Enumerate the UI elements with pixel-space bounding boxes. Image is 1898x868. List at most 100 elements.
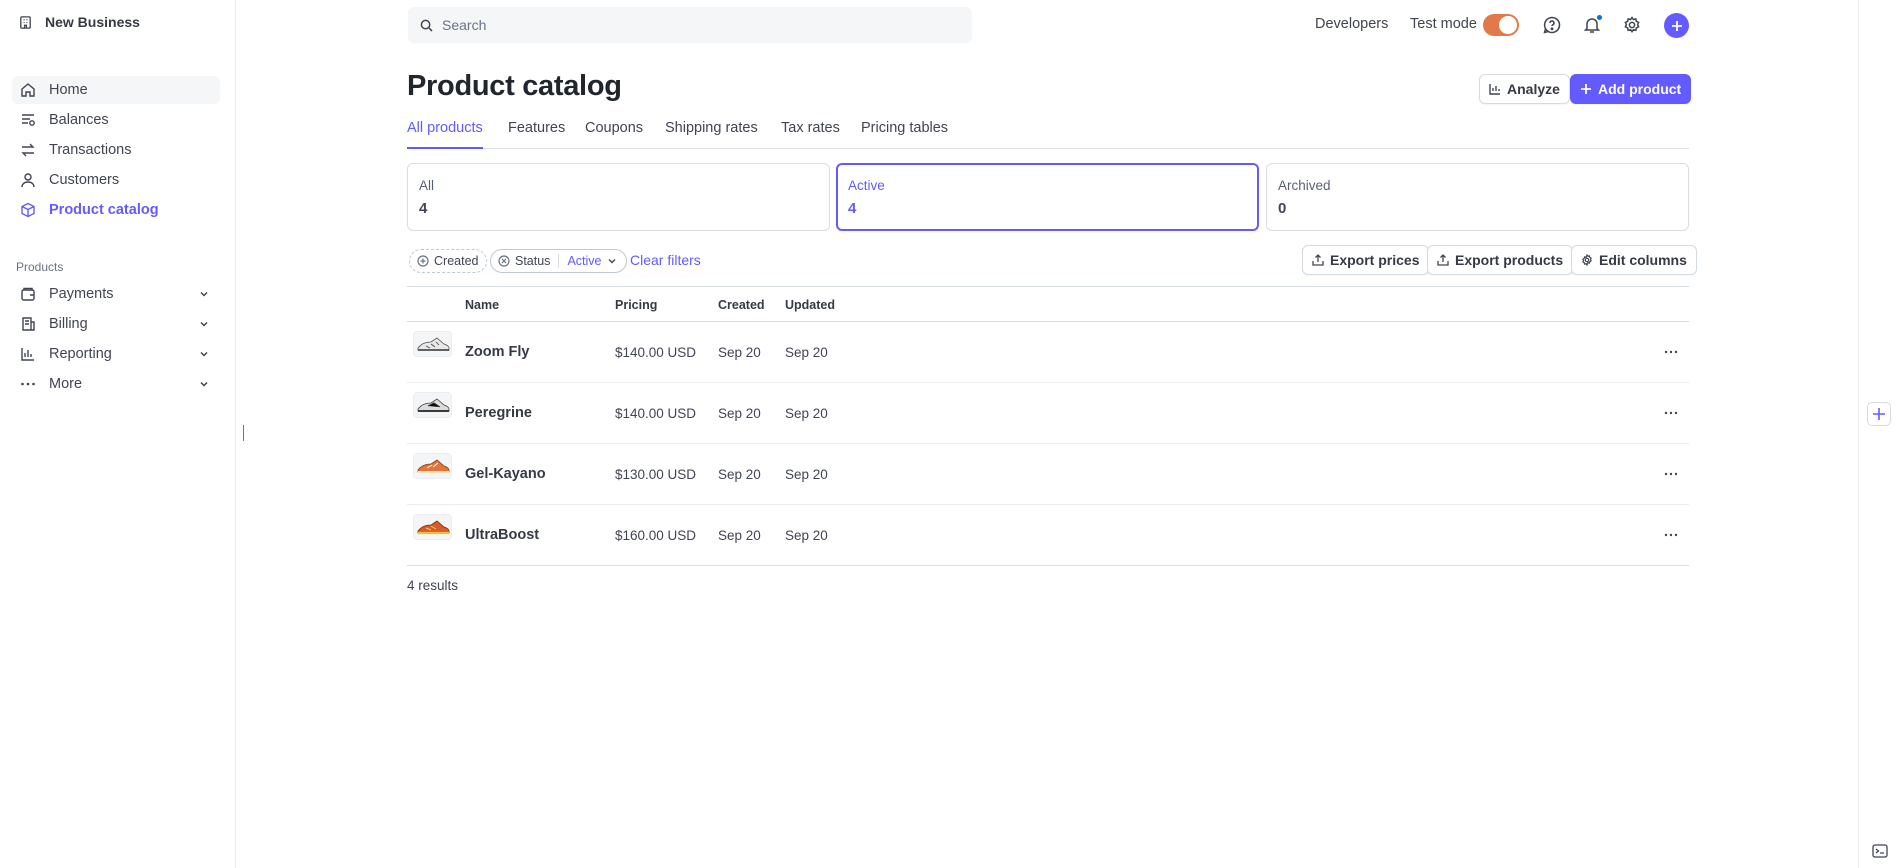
chevron-down-icon xyxy=(200,291,208,297)
export-icon xyxy=(1437,254,1449,266)
more-options-icon[interactable] xyxy=(1663,405,1679,421)
product-name[interactable]: Peregrine xyxy=(465,405,532,421)
plus-icon xyxy=(1873,408,1885,420)
help-icon[interactable] xyxy=(1542,15,1562,35)
table-row[interactable]: Gel-Kayano $130.00 USD Sep 20 Sep 20 xyxy=(407,444,1689,505)
product-pricing: $140.00 USD xyxy=(615,406,697,421)
created-filter-chip[interactable]: Created xyxy=(409,249,488,273)
search-bar[interactable]: Search xyxy=(408,7,972,43)
shoe-image xyxy=(417,459,450,473)
more-options-icon[interactable] xyxy=(1663,466,1679,482)
sidebar-item-label: Home xyxy=(49,82,88,98)
product-created: Sep 20 xyxy=(718,345,761,360)
rail-add-button[interactable] xyxy=(1867,402,1891,426)
filter-card-label: Archived xyxy=(1278,178,1331,193)
plus-icon xyxy=(1671,20,1682,31)
sidebar-item-label: Reporting xyxy=(49,346,112,362)
settings-icon[interactable] xyxy=(1622,15,1642,35)
sidebar-item-billing[interactable]: Billing xyxy=(12,310,220,338)
sidebar: New Business Home Balances Transactions … xyxy=(0,0,236,868)
test-mode-toggle[interactable] xyxy=(1483,14,1519,36)
product-created: Sep 20 xyxy=(718,528,761,543)
box-icon xyxy=(21,202,35,218)
test-mode-label: Test mode xyxy=(1410,16,1477,32)
sidebar-item-label: Billing xyxy=(49,316,88,332)
clear-filters-link[interactable]: Clear filters xyxy=(630,252,701,268)
right-rail xyxy=(1858,0,1898,868)
terminal-icon[interactable] xyxy=(1872,844,1888,858)
more-options-icon[interactable] xyxy=(1663,344,1679,360)
column-header-created[interactable]: Created xyxy=(718,298,765,312)
chevron-down-icon xyxy=(200,351,208,357)
sidebar-item-transactions[interactable]: Transactions xyxy=(12,136,220,164)
search-placeholder: Search xyxy=(442,17,487,33)
sidebar-item-payments[interactable]: Payments xyxy=(12,280,220,308)
tab-pricing-tables[interactable]: Pricing tables xyxy=(861,120,948,149)
column-header-name[interactable]: Name xyxy=(465,298,499,312)
chip-label: Status xyxy=(515,254,551,268)
sidebar-item-more[interactable]: More xyxy=(12,370,220,398)
product-pricing: $130.00 USD xyxy=(615,467,697,482)
tab-coupons[interactable]: Coupons xyxy=(585,120,643,149)
sidebar-item-reporting[interactable]: Reporting xyxy=(12,340,220,368)
business-name: New Business xyxy=(45,14,140,30)
more-options-icon[interactable] xyxy=(1663,527,1679,543)
chip-value: Active xyxy=(567,254,602,268)
edit-columns-label: Edit columns xyxy=(1599,252,1687,268)
sidebar-item-label: Balances xyxy=(49,112,109,128)
wallet-icon xyxy=(21,287,35,301)
table-row[interactable]: Zoom Fly $140.00 USD Sep 20 Sep 20 xyxy=(407,322,1689,383)
product-thumbnail xyxy=(413,453,452,479)
tab-features[interactable]: Features xyxy=(508,120,565,149)
filter-card-all[interactable]: All 4 xyxy=(407,163,830,231)
sidebar-item-label: More xyxy=(49,376,83,392)
sidebar-item-product-catalog[interactable]: Product catalog xyxy=(12,196,220,224)
create-button[interactable] xyxy=(1664,13,1689,38)
analyze-button[interactable]: Analyze xyxy=(1479,74,1570,104)
developers-link[interactable]: Developers xyxy=(1315,16,1388,32)
product-name[interactable]: UltraBoost xyxy=(465,527,539,543)
chevron-down-icon xyxy=(200,381,208,387)
product-updated: Sep 20 xyxy=(785,345,828,360)
catalog-tabs: All products Features Coupons Shipping r… xyxy=(407,120,1689,149)
filter-card-active[interactable]: Active 4 xyxy=(836,163,1259,231)
column-header-pricing[interactable]: Pricing xyxy=(615,298,657,312)
table-row[interactable]: Peregrine $140.00 USD Sep 20 Sep 20 xyxy=(407,383,1689,444)
status-filter-chip[interactable]: Status Active xyxy=(490,249,628,273)
tab-all-products[interactable]: All products xyxy=(407,120,483,149)
product-updated: Sep 20 xyxy=(785,528,828,543)
filter-card-count: 0 xyxy=(1278,200,1287,217)
shoe-image xyxy=(417,337,450,351)
product-thumbnail xyxy=(413,392,452,418)
export-prices-button[interactable]: Export prices xyxy=(1302,245,1430,275)
product-name[interactable]: Gel-Kayano xyxy=(465,466,546,482)
chip-label: Created xyxy=(434,254,479,268)
filter-card-archived[interactable]: Archived 0 xyxy=(1266,163,1689,231)
tab-shipping-rates[interactable]: Shipping rates xyxy=(665,120,758,149)
ellipsis-icon xyxy=(21,382,35,386)
sidebar-item-label: Product catalog xyxy=(49,202,159,218)
sidebar-resize-handle[interactable] xyxy=(243,425,244,441)
column-header-updated[interactable]: Updated xyxy=(785,298,835,312)
business-switcher[interactable]: New Business xyxy=(18,14,140,30)
filter-card-label: All xyxy=(419,178,435,193)
sidebar-item-label: Customers xyxy=(49,172,120,188)
edit-columns-button[interactable]: Edit columns xyxy=(1571,245,1697,275)
remove-circle-icon xyxy=(498,255,510,267)
shoe-image xyxy=(417,520,450,535)
sidebar-item-home[interactable]: Home xyxy=(12,76,220,104)
export-products-label: Export products xyxy=(1455,252,1564,268)
export-products-button[interactable]: Export products xyxy=(1427,245,1574,275)
results-count: 4 results xyxy=(407,578,459,593)
sidebar-item-balances[interactable]: Balances xyxy=(12,106,220,134)
tab-tax-rates[interactable]: Tax rates xyxy=(781,120,840,149)
add-circle-icon xyxy=(417,255,429,267)
table-row[interactable]: UltraBoost $160.00 USD Sep 20 Sep 20 xyxy=(407,505,1689,566)
sidebar-item-customers[interactable]: Customers xyxy=(12,166,220,194)
export-prices-label: Export prices xyxy=(1330,252,1420,268)
product-name[interactable]: Zoom Fly xyxy=(465,344,529,360)
add-product-button[interactable]: Add product xyxy=(1570,74,1692,104)
bar-chart-icon xyxy=(21,348,34,361)
bar-chart-icon xyxy=(1489,84,1500,95)
product-thumbnail xyxy=(413,514,452,540)
